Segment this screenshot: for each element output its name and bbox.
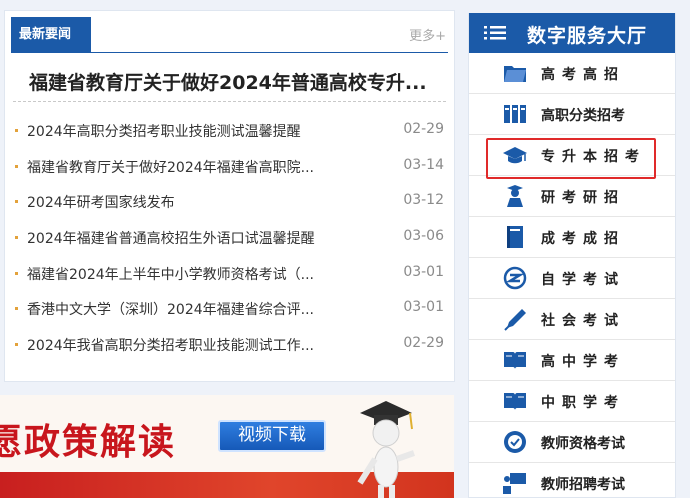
news-date: 02-29 bbox=[403, 121, 444, 137]
news-title[interactable]: 福建省2024年上半年中小学教师资格考试（... bbox=[27, 264, 337, 284]
service-item-adult[interactable]: 成考成招 bbox=[469, 217, 675, 258]
news-date: 03-01 bbox=[403, 299, 444, 316]
service-label: 社会考试 bbox=[541, 313, 625, 329]
graduate-figure-icon bbox=[507, 185, 523, 207]
news-title[interactable]: 2024年高职分类招考职业技能测试温馨提醒 bbox=[27, 121, 337, 141]
menu-icon[interactable] bbox=[484, 26, 506, 40]
news-date: 03-06 bbox=[403, 228, 444, 245]
service-item-social[interactable]: 社会考试 bbox=[469, 299, 675, 340]
tab-latest-news[interactable]: 最新要闻 bbox=[11, 17, 91, 53]
self-study-icon bbox=[503, 266, 527, 290]
bullet-icon bbox=[15, 129, 18, 132]
policy-banner[interactable]: 愿政策解读 视频下载 bbox=[0, 395, 454, 498]
notebook-icon bbox=[507, 226, 523, 248]
bullet-icon bbox=[15, 236, 18, 240]
video-download-button[interactable]: 视频下载 bbox=[218, 420, 326, 452]
news-date: 03-01 bbox=[403, 263, 444, 280]
news-title[interactable]: 2024年研考国家线发布 bbox=[27, 192, 337, 212]
digital-service-hall: 数字服务大厅 高考高招 高职分类招考 专升本招考 研考研招 成考成招 自学考试 … bbox=[468, 13, 676, 498]
list-item[interactable]: 2024年我省高职分类招考职业技能测试工作... 02-29 bbox=[5, 335, 454, 371]
news-title[interactable]: 2024年福建省普通高校招生外语口试温馨提醒 bbox=[27, 228, 337, 248]
service-item-teacher-recruit[interactable]: 教师招聘考试 bbox=[469, 463, 675, 498]
news-title[interactable]: 香港中文大学（深圳）2024年福建省综合评... bbox=[27, 299, 337, 319]
service-label: 教师招聘考试 bbox=[541, 477, 625, 493]
more-link[interactable]: 更多+ bbox=[409, 25, 446, 44]
bullet-icon bbox=[15, 271, 18, 275]
news-title[interactable]: 福建省教育厅关于做好2024年福建省高职院... bbox=[27, 157, 337, 177]
service-item-teacher-cert[interactable]: 教师资格考试 bbox=[469, 422, 675, 463]
news-date: 02-29 bbox=[403, 335, 444, 352]
service-item-vocational[interactable]: 高职分类招考 bbox=[469, 94, 675, 135]
list-item[interactable]: 福建省教育厅关于做好2024年福建省高职院... 03-14 bbox=[5, 157, 454, 193]
teacher-board-icon bbox=[503, 473, 526, 494]
highlight-box bbox=[486, 138, 656, 179]
service-label: 高考高招 bbox=[541, 67, 625, 83]
divider bbox=[13, 101, 446, 102]
service-item-gaokao[interactable]: 高考高招 bbox=[469, 53, 675, 94]
bullet-icon bbox=[15, 200, 18, 204]
list-item[interactable]: 2024年高职分类招考职业技能测试温馨提醒 02-29 bbox=[5, 121, 454, 157]
bullet-icon bbox=[15, 164, 18, 168]
bullet-icon bbox=[15, 343, 18, 347]
service-label: 中职学考 bbox=[541, 395, 625, 411]
badge-icon bbox=[504, 431, 526, 453]
service-item-vocational-school[interactable]: 中职学考 bbox=[469, 381, 675, 422]
books-icon bbox=[504, 105, 526, 123]
graduate-mascot-icon bbox=[357, 401, 415, 498]
news-date: 03-14 bbox=[403, 156, 444, 173]
news-date: 03-12 bbox=[403, 192, 444, 209]
news-title[interactable]: 2024年我省高职分类招考职业技能测试工作... bbox=[27, 335, 337, 355]
pen-icon bbox=[504, 309, 526, 331]
bullet-icon bbox=[15, 307, 18, 311]
open-book-icon bbox=[504, 352, 526, 369]
folder-icon bbox=[504, 66, 526, 82]
list-item[interactable]: 2024年福建省普通高校招生外语口试温馨提醒 03-06 bbox=[5, 228, 454, 264]
service-label: 自学考试 bbox=[541, 272, 625, 288]
service-label: 成考成招 bbox=[541, 231, 625, 247]
service-header: 数字服务大厅 bbox=[469, 13, 675, 53]
banner-title: 愿政策解读 bbox=[0, 421, 177, 463]
service-label: 高职分类招考 bbox=[541, 108, 625, 124]
service-label: 研考研招 bbox=[541, 190, 625, 206]
service-item-postgrad[interactable]: 研考研招 bbox=[469, 176, 675, 217]
list-item[interactable]: 香港中文大学（深圳）2024年福建省综合评... 03-01 bbox=[5, 299, 454, 335]
open-book-icon bbox=[504, 393, 526, 410]
service-label: 高中学考 bbox=[541, 354, 625, 370]
service-label: 教师资格考试 bbox=[541, 436, 625, 452]
service-title: 数字服务大厅 bbox=[527, 25, 648, 47]
service-item-self-study[interactable]: 自学考试 bbox=[469, 258, 675, 299]
tab-underline bbox=[11, 52, 448, 53]
news-list: 2024年高职分类招考职业技能测试温馨提醒 02-29 福建省教育厅关于做好20… bbox=[5, 121, 454, 371]
list-item[interactable]: 2024年研考国家线发布 03-12 bbox=[5, 192, 454, 228]
service-item-high-school[interactable]: 高中学考 bbox=[469, 340, 675, 381]
headline-link[interactable]: 福建省教育厅关于做好2024年普通高校专升... bbox=[29, 68, 445, 95]
list-item[interactable]: 福建省2024年上半年中小学教师资格考试（... 03-01 bbox=[5, 264, 454, 300]
news-panel: 最新要闻 更多+ 福建省教育厅关于做好2024年普通高校专升... 2024年高… bbox=[4, 10, 455, 382]
